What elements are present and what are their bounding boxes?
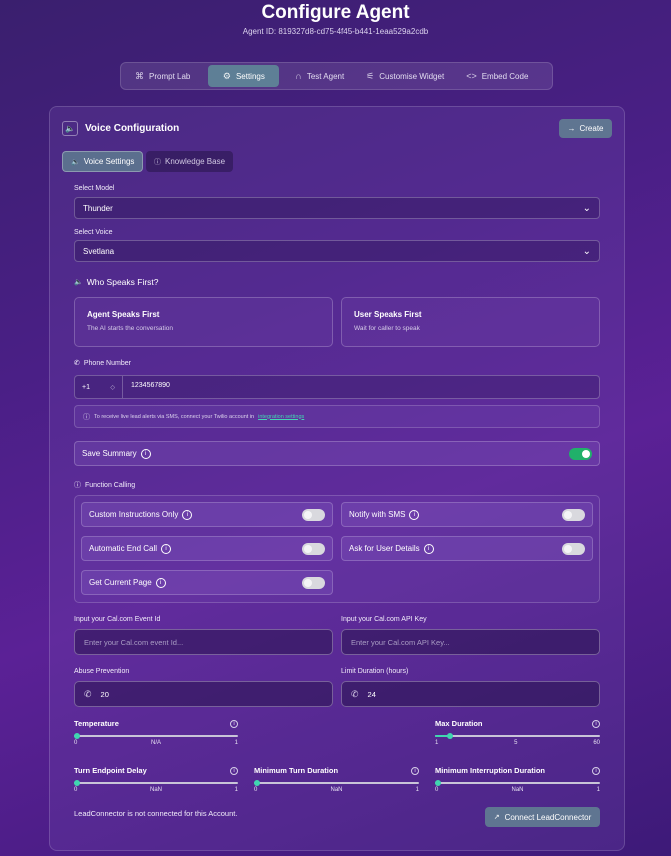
command-icon: ⌘ [135,70,144,81]
sliders-icon: ⚟ [366,70,375,81]
arrow-right-icon: → [567,124,576,133]
min-interrupt-thumb[interactable] [435,780,441,786]
gear-icon: ⚙ [222,70,231,81]
info-icon: i [230,719,238,728]
turn-endpoint-thumb[interactable] [74,780,80,786]
info-icon: i [161,543,172,554]
custom-instructions-toggle[interactable] [302,508,325,521]
min-turn-track[interactable] [254,780,419,786]
min-interrupt-slider-group: Minimum Interruption Duration i 0 NaN 1 [435,766,600,793]
min-turn-slider-group: Minimum Turn Duration i 0 NaN 1 [254,766,419,793]
create-button[interactable]: → Create [559,119,612,138]
who-speaks-heading: 🔈 Who Speaks First? [74,277,159,287]
speaker-icon: 🔈 [62,121,78,136]
panel-title: Voice Configuration [85,123,180,134]
external-link-icon: ↗ [493,814,500,821]
integration-settings-link[interactable]: integration settings [258,414,304,420]
tab-embed-code[interactable]: <> Embed Code [456,65,538,87]
tab-settings[interactable]: ⚙ Settings [208,65,280,87]
get-current-page-row: Get Current Page i [81,570,333,595]
calcom-api-label: Input your Cal.com API Key [341,616,427,623]
ask-user-details-row: Ask for User Details i [341,536,593,561]
user-speaks-first-card[interactable]: User Speaks First Wait for caller to spe… [341,297,600,347]
automatic-end-call-row: Automatic End Call i [81,536,333,561]
leadconnector-status: LeadConnector is not connected for this … [74,809,238,818]
temperature-thumb[interactable] [74,733,80,739]
turn-endpoint-track[interactable] [74,780,238,786]
tab-test-agent[interactable]: ∩ Test Agent [285,65,354,87]
max-duration-track[interactable] [435,733,600,739]
save-summary-row: Save Summary i [74,441,600,466]
chevron-updown-icon: ◇ [110,384,115,391]
country-code-select[interactable]: +1 ◇ [75,376,123,398]
info-icon: i [592,719,600,728]
min-interrupt-track[interactable] [435,780,600,786]
limit-duration-input[interactable]: ✆ 24 [341,681,600,707]
main-tabs: ⌘ Prompt Lab ⚙ Settings ∩ Test Agent ⚟ C… [120,62,553,90]
connect-leadconnector-button[interactable]: ↗ Connect LeadConnector [485,807,600,827]
info-icon: i [423,543,434,554]
function-calling-label: ⓘ Function Calling [74,481,136,490]
info-icon: ⓘ [83,413,90,421]
limit-duration-label: Limit Duration (hours) [341,668,409,675]
get-current-page-toggle[interactable] [302,576,325,589]
subtab-knowledge-base[interactable]: ⓘ Knowledge Base [146,151,234,172]
abuse-prevention-input[interactable]: ✆ 20 [74,681,333,707]
calcom-api-input[interactable]: Enter your Cal.com API Key... [341,629,600,655]
headphones-icon: ∩ [295,71,302,81]
info-icon: i [411,766,419,775]
subtab-voice-settings[interactable]: 🔈 Voice Settings [62,151,144,172]
min-turn-thumb[interactable] [254,780,260,786]
agent-speaks-first-card[interactable]: Agent Speaks First The AI starts the con… [74,297,333,347]
info-icon: i [182,509,193,520]
info-icon: i [409,509,420,520]
custom-instructions-row: Custom Instructions Only i [81,502,333,527]
info-icon: i [140,448,151,459]
phone-number-input[interactable]: 1234567890 [131,382,170,389]
voice-label: Select Voice [74,229,113,236]
abuse-prevention-label: Abuse Prevention [74,668,130,675]
model-select[interactable]: Thunder ⌄ [74,197,600,219]
info-icon: i [155,577,166,588]
calcom-event-label: Input your Cal.com Event Id [74,616,161,623]
info-icon: ⓘ [154,158,161,166]
phone-input-group: +1 ◇ 1234567890 [74,375,600,399]
max-duration-thumb[interactable] [447,733,453,739]
code-icon: <> [466,71,477,81]
automatic-end-call-toggle[interactable] [302,542,325,555]
speaker-icon: 🔈 [74,279,83,286]
voice-select[interactable]: Svetlana ⌄ [74,240,600,262]
phone-icon: ✆ [351,688,359,699]
info-icon: i [230,766,238,775]
tab-prompt-lab[interactable]: ⌘ Prompt Lab [125,65,200,87]
sms-info-box: ⓘ To receive live lead alerts via SMS, c… [74,405,600,428]
save-summary-toggle[interactable] [569,447,592,460]
phone-label: ✆ Phone Number [74,359,131,368]
notify-sms-toggle[interactable] [562,508,585,521]
calcom-event-input[interactable]: Enter your Cal.com event Id... [74,629,333,655]
info-icon: ⓘ [74,482,81,489]
notify-sms-row: Notify with SMS i [341,502,593,527]
temperature-slider-group: Temperature i 0 N/A 1 [74,719,238,746]
chevron-down-icon: ⌄ [582,245,591,257]
model-label: Select Model [74,185,115,192]
temperature-track[interactable] [74,733,238,739]
tab-customise-widget[interactable]: ⚟ Customise Widget [356,65,454,87]
phone-icon: ✆ [84,688,92,699]
turn-endpoint-slider-group: Turn Endpoint Delay i 0 NaN 1 [74,766,238,793]
page-title: Configure Agent [261,2,410,23]
agent-id: Agent ID: 819327d8-cd75-4f45-b441-1eaa52… [242,27,429,36]
chevron-down-icon: ⌄ [582,202,591,214]
max-duration-slider-group: Max Duration i 1 5 60 [435,719,600,746]
phone-icon: ✆ [74,360,80,367]
speaker-icon: 🔈 [71,158,80,166]
info-icon: i [592,766,600,775]
ask-user-details-toggle[interactable] [562,542,585,555]
